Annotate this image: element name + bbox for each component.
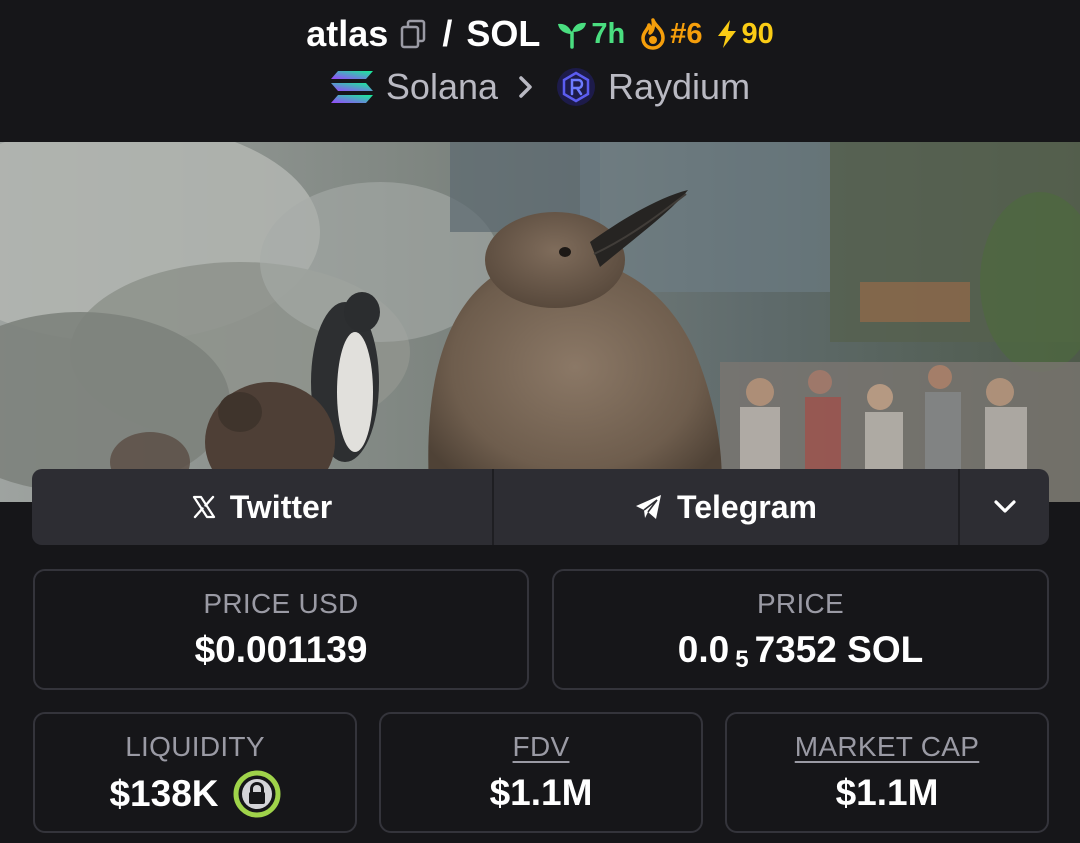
pair-separator: / bbox=[442, 13, 453, 54]
market-cap-card[interactable]: MARKET CAP $1.1M bbox=[725, 712, 1049, 833]
price-native-prefix: 0.0 bbox=[677, 629, 730, 670]
pair-age-badge: 7h bbox=[556, 12, 625, 56]
chevron-right-icon bbox=[518, 75, 534, 99]
social-links-bar: Twitter Telegram bbox=[32, 469, 1049, 545]
lock-icon[interactable] bbox=[233, 770, 281, 818]
trending-rank-badge[interactable]: #6 bbox=[639, 12, 702, 56]
trending-rank: #6 bbox=[670, 18, 703, 50]
lightning-icon bbox=[718, 20, 737, 48]
token-symbol: atlas bbox=[306, 13, 389, 54]
price-usd-card: PRICE USD $0.001139 bbox=[33, 569, 529, 690]
pair-age: 7h bbox=[591, 18, 626, 50]
price-usd-label: PRICE USD bbox=[203, 588, 359, 619]
price-native-zero-count: 5 bbox=[735, 646, 749, 673]
seedling-icon bbox=[558, 22, 587, 49]
more-links-dropdown[interactable] bbox=[960, 469, 1049, 545]
liquidity-label: LIQUIDITY bbox=[125, 731, 265, 762]
breadcrumb: Solana Raydium bbox=[0, 66, 1080, 108]
token-banner-image bbox=[0, 142, 1080, 502]
fdv-card[interactable]: FDV $1.1M bbox=[379, 712, 703, 833]
pair-title-row: atlas / SOL 7h #6 90 bbox=[0, 12, 1080, 56]
price-native-digits: 7352 SOL bbox=[754, 629, 924, 670]
telegram-icon bbox=[635, 494, 663, 520]
price-native-card: PRICE 0.0 5 7352 SOL bbox=[552, 569, 1049, 690]
twitter-button[interactable]: Twitter bbox=[32, 469, 494, 545]
telegram-button[interactable]: Telegram bbox=[494, 469, 960, 545]
solana-logo-icon bbox=[330, 70, 374, 104]
liquidity-card: LIQUIDITY $138K bbox=[33, 712, 357, 833]
price-native-label: PRICE bbox=[756, 588, 845, 619]
twitter-label: Twitter bbox=[229, 488, 333, 525]
flame-icon bbox=[641, 18, 665, 50]
quote-symbol: SOL bbox=[466, 13, 541, 54]
fdv-value: $1.1M bbox=[489, 772, 593, 813]
liquidity-value: $138K bbox=[109, 773, 219, 814]
price-usd-value: $0.001139 bbox=[194, 629, 368, 670]
market-cap-value: $1.1M bbox=[835, 772, 939, 813]
boost-count: 90 bbox=[741, 18, 774, 50]
boost-badge[interactable]: 90 bbox=[716, 12, 774, 56]
dex-link[interactable]: Raydium bbox=[608, 66, 750, 108]
token-pair-page: atlas / SOL 7h #6 90 Solana Raydium Twit… bbox=[0, 0, 1080, 843]
x-logo-icon bbox=[192, 495, 216, 519]
liquidity-row: $138K bbox=[35, 770, 355, 818]
copy-icon[interactable] bbox=[400, 19, 426, 49]
price-native-value: 0.0 5 7352 SOL bbox=[554, 627, 1047, 673]
fdv-label[interactable]: FDV bbox=[381, 730, 701, 764]
chain-link[interactable]: Solana bbox=[386, 66, 498, 108]
raydium-logo-icon bbox=[556, 67, 596, 107]
pair-header: atlas / SOL 7h #6 90 Solana Raydium bbox=[0, 0, 1080, 142]
telegram-label: Telegram bbox=[677, 488, 817, 525]
market-cap-label[interactable]: MARKET CAP bbox=[727, 730, 1047, 764]
chevron-down-icon bbox=[993, 499, 1017, 515]
